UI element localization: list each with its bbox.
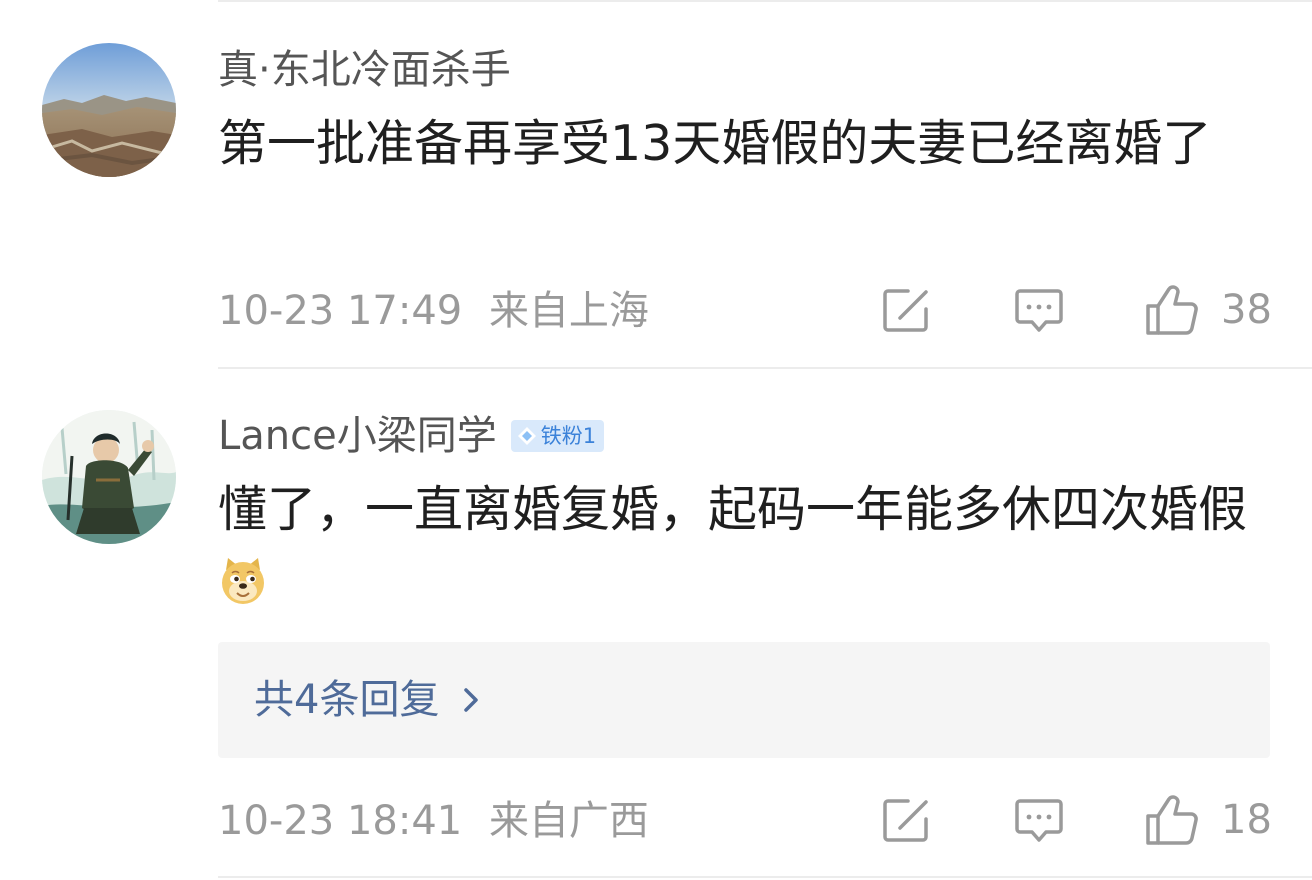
- badge-label: 铁粉1: [540, 424, 597, 448]
- username[interactable]: 真·东北冷面杀手: [218, 46, 511, 94]
- replies-preview[interactable]: 共4条回复: [218, 642, 1270, 758]
- location: 来自广西: [488, 798, 649, 844]
- thumbs-up-icon: [1146, 795, 1198, 845]
- comment-icon: [1015, 799, 1063, 842]
- view-replies-link[interactable]: 共4条回复: [254, 676, 481, 724]
- comment-text-body: 懂了，一直离婚复婚，起码一年能多休四次婚假: [218, 481, 1248, 538]
- comment-divider: [218, 367, 1312, 369]
- diamond-icon: [517, 427, 536, 445]
- like-button[interactable]: 38: [1145, 284, 1272, 336]
- avatar[interactable]: [42, 410, 176, 544]
- chevron-right-icon: [464, 688, 479, 712]
- comment-text: 懂了，一直离婚复婚，起码一年能多休四次婚假: [218, 474, 1248, 618]
- share-edit-icon: [883, 289, 928, 332]
- share-edit-icon: [883, 799, 928, 842]
- like-button[interactable]: 18: [1145, 794, 1272, 846]
- share-button[interactable]: [882, 797, 932, 843]
- bottom-divider: [218, 876, 1312, 878]
- fan-badge[interactable]: 铁粉1: [510, 420, 605, 452]
- comment-text: 第一批准备再享受13天婚假的夫妻已经离婚了: [218, 115, 1212, 172]
- thumbs-up-icon: [1146, 285, 1198, 335]
- comment-meta: 10-23 18:41 来自广西: [218, 797, 649, 845]
- comment-button[interactable]: [1014, 287, 1064, 335]
- location: 来自上海: [488, 288, 649, 334]
- comment-icon: [1015, 289, 1063, 332]
- like-count: 18: [1221, 797, 1272, 843]
- avatar[interactable]: [42, 43, 176, 177]
- comment-button[interactable]: [1014, 797, 1064, 845]
- username-text[interactable]: 真·东北冷面杀手: [218, 46, 511, 94]
- timestamp: 10-23 18:41: [218, 798, 463, 844]
- like-count: 38: [1221, 287, 1272, 333]
- doge-emoji-icon: [222, 558, 264, 604]
- replies-count-label[interactable]: 共4条回复: [254, 676, 439, 724]
- share-button[interactable]: [882, 287, 932, 333]
- top-divider: [218, 0, 1312, 2]
- timestamp: 10-23 17:49: [218, 288, 463, 334]
- comment-meta: 10-23 17:49 来自上海: [218, 287, 649, 335]
- username-text[interactable]: Lance小梁同学: [218, 412, 497, 460]
- username[interactable]: Lance小梁同学 铁粉1: [218, 412, 605, 460]
